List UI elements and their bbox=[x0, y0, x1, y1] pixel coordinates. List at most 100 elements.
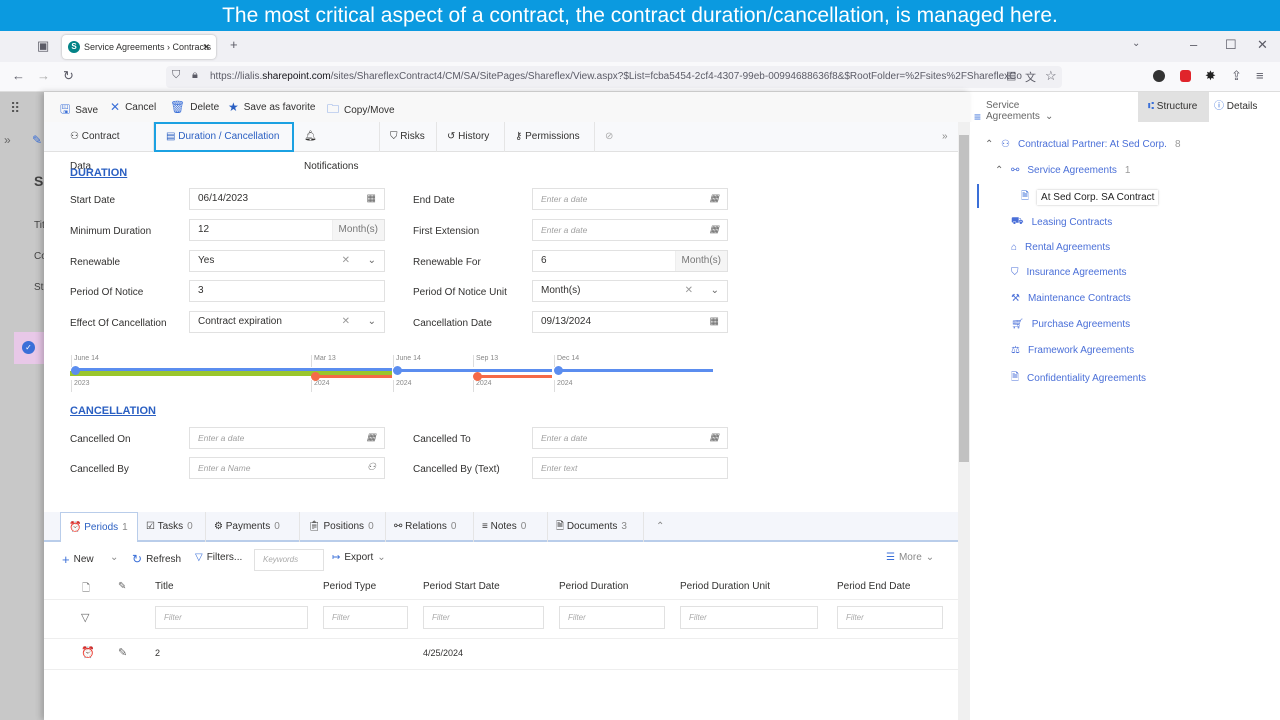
close-window-icon[interactable]: ✕ bbox=[1257, 37, 1268, 53]
tree-selected-contract[interactable]: 🗎︎ At Sed Corp. SA Contract bbox=[1021, 189, 1159, 206]
cancellation-date-field[interactable]: 09/13/2024 ▦ bbox=[532, 311, 728, 333]
column-filter-input[interactable]: Filter bbox=[837, 606, 943, 629]
person-icon[interactable]: ⚇ bbox=[367, 458, 376, 478]
delete-button[interactable]: 🗑︎ Delete bbox=[170, 100, 219, 114]
chevron-down-icon[interactable]: ⌄ bbox=[368, 251, 376, 271]
hidden-fields-icon[interactable]: ⊘ bbox=[595, 122, 625, 152]
calendar-icon[interactable]: ▦ bbox=[710, 220, 719, 240]
first-extension-field[interactable]: Enter a date ▦ bbox=[532, 219, 728, 241]
reload-icon[interactable]: ↻ bbox=[63, 68, 74, 84]
tab-periods[interactable]: ⏰ Periods 1 bbox=[60, 512, 138, 542]
clear-icon[interactable]: ✕ bbox=[342, 251, 350, 271]
translate-icon[interactable]: 文 bbox=[1025, 69, 1036, 85]
back-icon[interactable]: ← bbox=[12, 68, 25, 83]
close-tab-icon[interactable]: ✕ bbox=[202, 35, 210, 59]
cancelled-on-field[interactable]: Enter a date ▦ bbox=[189, 427, 385, 449]
extension-m-icon[interactable] bbox=[1153, 70, 1165, 82]
new-button[interactable]: + New bbox=[62, 552, 94, 567]
chevron-double-right-icon[interactable]: » bbox=[932, 122, 958, 152]
column-header[interactable]: Period End Date bbox=[837, 581, 910, 592]
lock-icon[interactable]: 🔒︎ bbox=[192, 69, 198, 82]
tree-item[interactable]: 🛒︎ Purchase Agreements bbox=[1011, 319, 1130, 330]
tree-item[interactable]: ⌂ Rental Agreements bbox=[1011, 242, 1110, 253]
forward-icon[interactable]: → bbox=[37, 68, 50, 83]
tab-permissions[interactable]: ⚷ Permissions bbox=[505, 122, 595, 152]
min-duration-field[interactable]: 12 Month(s) bbox=[189, 219, 385, 241]
scrollbar-thumb[interactable] bbox=[959, 135, 969, 462]
chevron-down-icon[interactable]: ⌄ bbox=[368, 312, 376, 332]
tree-item[interactable]: ⛟ Leasing Contracts bbox=[1011, 216, 1112, 229]
collapse-icon[interactable]: ⌃ bbox=[648, 512, 672, 542]
notice-unit-field[interactable]: Month(s) ✕ ⌄ bbox=[532, 280, 728, 302]
tree-service-agreements[interactable]: ⚯ Service Agreements 1 bbox=[1011, 165, 1130, 176]
tab-positions[interactable]: 📋︎ Positions 0 bbox=[300, 512, 386, 542]
column-filter-input[interactable]: Filter bbox=[559, 606, 665, 629]
renewable-for-field[interactable]: 6 Month(s) bbox=[532, 250, 728, 272]
copy-move-button[interactable]: 🗀 Copy/Move bbox=[327, 100, 395, 121]
period-row-icon[interactable]: ⏰ bbox=[81, 646, 95, 659]
extensions-icon[interactable]: ⇪ bbox=[1231, 68, 1242, 84]
tree-item[interactable]: ⚖ Framework Agreements bbox=[1011, 345, 1134, 356]
cancelled-by-text-field[interactable]: Enter text bbox=[532, 457, 728, 479]
column-filter-input[interactable]: Filter bbox=[155, 606, 308, 629]
tab-tasks[interactable]: ☑ Tasks 0 bbox=[138, 512, 206, 542]
column-header[interactable]: Period Type bbox=[323, 581, 376, 592]
reader-view-icon[interactable]: ▤ bbox=[1006, 69, 1016, 82]
menu-icon[interactable]: ≡ bbox=[1256, 68, 1264, 83]
save-favorite-button[interactable]: ★ Save as favorite bbox=[228, 100, 315, 114]
tab-notifications[interactable]: 🔔︎ Notifications bbox=[294, 122, 380, 172]
collapse-chevron-icon[interactable]: ⌃ bbox=[985, 139, 993, 150]
tab-documents[interactable]: 🗎︎ Documents 3 bbox=[548, 512, 644, 542]
calendar-icon[interactable]: ▦ bbox=[710, 312, 719, 332]
export-button[interactable]: ↦ Export ⌄ bbox=[332, 552, 386, 563]
start-date-field[interactable]: 06/14/2023 ▦ bbox=[189, 188, 385, 210]
bookmark-star-icon[interactable]: ☆ bbox=[1045, 68, 1057, 84]
calendar-icon[interactable]: ▦ bbox=[367, 428, 376, 448]
keywords-input[interactable]: Keywords bbox=[254, 549, 324, 571]
tab-contract-data[interactable]: ⚇ Contract Data bbox=[60, 122, 154, 172]
column-header[interactable]: Period Duration bbox=[559, 581, 628, 592]
address-bar[interactable]: https://lialis.sharepoint.com/sites/Shar… bbox=[166, 66, 1062, 88]
structure-button[interactable]: ⑆ Structure bbox=[1138, 92, 1209, 122]
tab-history[interactable]: ↺ History bbox=[437, 122, 505, 152]
tab-duration-cancellation[interactable]: ▤ Duration / Cancellation bbox=[154, 122, 294, 152]
column-filter-input[interactable]: Filter bbox=[323, 606, 408, 629]
new-tab-icon[interactable]: + bbox=[230, 37, 238, 52]
column-header[interactable]: Title bbox=[155, 581, 174, 592]
clear-icon[interactable]: ✕ bbox=[342, 312, 350, 332]
tab-manager-icon[interactable]: ▣ bbox=[37, 38, 49, 54]
minimize-icon[interactable]: – bbox=[1190, 37, 1197, 52]
notice-field[interactable]: 3 bbox=[189, 280, 385, 302]
tree-item[interactable]: 🗎︎ Confidentiality Agreements bbox=[1011, 370, 1146, 387]
column-header[interactable]: Period Start Date bbox=[423, 581, 500, 592]
expand-icon[interactable]: » bbox=[4, 133, 11, 147]
selected-row[interactable]: ✓ bbox=[14, 332, 44, 364]
app-launcher-icon[interactable]: ⠿ bbox=[10, 100, 20, 117]
tab-notes[interactable]: ≡ Notes 0 bbox=[474, 512, 548, 542]
ublock-icon[interactable] bbox=[1180, 70, 1191, 82]
column-filter-input[interactable]: Filter bbox=[423, 606, 544, 629]
calendar-icon[interactable]: ▦ bbox=[710, 428, 719, 448]
column-filter-input[interactable]: Filter bbox=[680, 606, 818, 629]
more-button[interactable]: ☰ More ⌄ bbox=[886, 552, 934, 563]
tab-risks[interactable]: ⛉ Risks bbox=[380, 122, 437, 152]
tree-item[interactable]: ⚒ Maintenance Contracts bbox=[1011, 293, 1131, 304]
details-button[interactable]: ⓘ Details bbox=[1214, 92, 1257, 122]
save-button[interactable]: 🖫 Save bbox=[60, 100, 98, 121]
edit-icon[interactable]: ✎ bbox=[32, 133, 42, 147]
refresh-button[interactable]: ↻ Refresh bbox=[132, 552, 181, 566]
effect-field[interactable]: Contract expiration ✕ ⌄ bbox=[189, 311, 385, 333]
tree-item[interactable]: ⛉ Insurance Agreements bbox=[1011, 267, 1127, 278]
tab-relations[interactable]: ⚯ Relations 0 bbox=[386, 512, 474, 542]
maximize-icon[interactable]: ☐ bbox=[1225, 37, 1237, 53]
renewable-field[interactable]: Yes ✕ ⌄ bbox=[189, 250, 385, 272]
calendar-icon[interactable]: ▦ bbox=[710, 189, 719, 209]
new-dropdown-icon[interactable]: ⌄ bbox=[110, 552, 118, 563]
column-header[interactable]: Period Duration Unit bbox=[680, 581, 770, 592]
cancelled-by-field[interactable]: Enter a Name ⚇ bbox=[189, 457, 385, 479]
tab-payments[interactable]: ⚙ Payments 0 bbox=[206, 512, 300, 542]
tab-list-icon[interactable]: ⌄ bbox=[1132, 38, 1140, 49]
browser-tab[interactable]: Service Agreements › Contracts ✕ bbox=[62, 35, 216, 59]
extension-icon[interactable]: ✸ bbox=[1205, 68, 1216, 84]
chevron-down-icon[interactable]: ⌄ bbox=[711, 281, 719, 301]
